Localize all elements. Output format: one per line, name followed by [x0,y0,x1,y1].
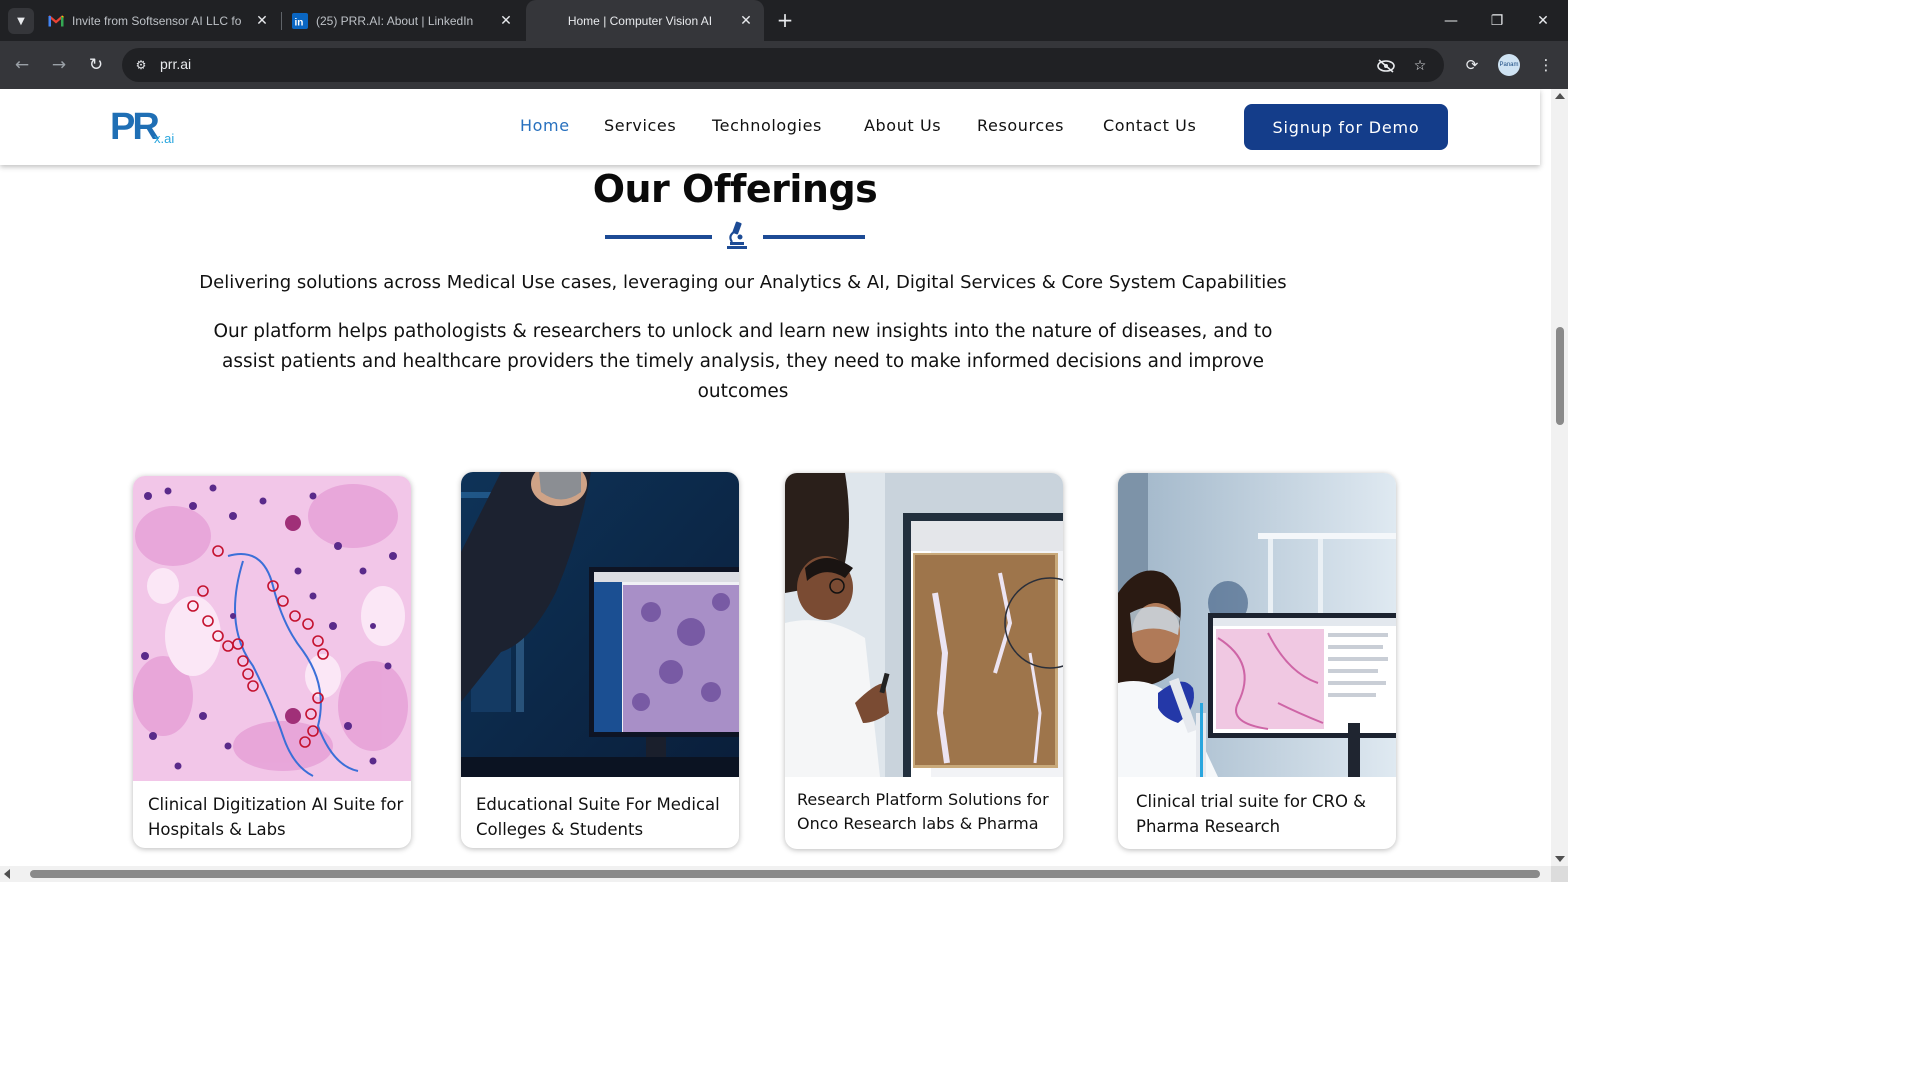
scroll-up-arrow-icon[interactable] [1555,93,1565,99]
nav-resources[interactable]: Resources [977,116,1064,135]
offering-card-educational-suite[interactable]: Educational Suite For Medical Colleges &… [461,472,739,848]
offering-card-clinical-digitization[interactable]: Clinical Digitization AI Suite for Hospi… [133,476,411,848]
offerings-heading: Our Offerings [592,167,878,211]
heading-divider-left [605,235,712,239]
tab-title: (25) PRR.AI: About | LinkedIn [316,13,474,28]
reload-icon[interactable]: ↻ [82,51,110,79]
eye-off-icon[interactable] [1376,56,1396,76]
scroll-left-arrow-icon[interactable] [4,869,10,879]
horizontal-scrollbar[interactable] [0,866,1551,882]
browser-tab-active[interactable]: Home | Computer Vision AI ✕ [526,0,764,41]
researcher-touchscreen-image [785,473,1063,777]
offering-card-clinical-trial[interactable]: Clinical trial suite for CRO & Pharma Re… [1118,473,1396,849]
card-caption: Educational Suite For Medical Colleges &… [476,795,720,839]
site-logo[interactable]: PR x.ai [110,103,190,153]
minimize-window-icon[interactable]: — [1428,0,1474,41]
site-header: PR x.ai Home Services Technologies About… [0,89,1540,165]
histology-slide-image [133,476,411,781]
close-window-icon[interactable]: ✕ [1520,0,1566,41]
horizontal-scroll-thumb[interactable] [30,870,1540,878]
browser-tab-bar: ▼ Invite from Softsensor AI LLC fo ✕ in … [0,0,1568,41]
new-tab-button[interactable]: + [774,8,796,32]
profile-avatar[interactable]: Panam [1498,54,1520,76]
nav-about-us[interactable]: About Us [864,116,941,135]
back-arrow-icon[interactable]: ← [8,51,36,79]
offerings-lead-text: Delivering solutions across Medical Use … [199,272,1287,293]
card-caption: Clinical Digitization AI Suite for Hospi… [148,795,404,839]
tab-title: Home | Computer Vision AI [567,13,713,28]
heading-divider-right [763,235,865,239]
scrollbar-corner [1551,866,1568,882]
browser-tab-linkedin[interactable]: in (25) PRR.AI: About | LinkedIn ✕ [278,0,524,41]
card-caption: Research Platform Solutions for Onco Res… [797,790,1049,833]
lab-pipette-image [1118,473,1396,777]
scientist-monitor-image [461,472,739,777]
vertical-scroll-thumb[interactable] [1556,327,1564,425]
close-tab-icon[interactable]: ✕ [736,12,756,29]
address-bar[interactable]: ⚙ prr.ai ☆ [122,48,1444,82]
svg-text:in: in [295,17,304,28]
bookmark-star-icon[interactable]: ☆ [1410,56,1430,76]
nav-technologies[interactable]: Technologies [712,116,822,135]
signup-demo-button[interactable]: Signup for Demo [1244,104,1448,150]
extensions-icon[interactable]: ⟳ [1461,54,1483,76]
site-settings-icon[interactable]: ⚙ [132,56,150,74]
linkedin-icon: in [292,12,308,29]
microscope-icon [724,220,750,250]
url-text[interactable]: prr.ai [160,56,191,72]
offering-card-research-platform[interactable]: Research Platform Solutions for Onco Res… [785,473,1063,849]
page-viewport: PR x.ai Home Services Technologies About… [0,89,1551,866]
card-caption: Clinical trial suite for CRO & Pharma Re… [1136,792,1367,836]
more-menu-icon[interactable]: ⋮ [1535,54,1557,76]
restore-window-icon[interactable]: ❐ [1474,0,1520,41]
svg-text:PR: PR [110,106,159,148]
nav-contact-us[interactable]: Contact Us [1103,116,1196,135]
browser-tab-gmail[interactable]: Invite from Softsensor AI LLC fo ✕ [34,0,280,41]
svg-text:x.ai: x.ai [154,131,174,146]
vertical-scrollbar[interactable] [1551,89,1568,866]
browser-toolbar: ← → ↻ ⚙ prr.ai ☆ ⟳ Panam ⋮ [0,41,1568,89]
nav-home[interactable]: Home [520,116,570,135]
gmail-icon [48,13,64,29]
close-tab-icon[interactable]: ✕ [252,12,272,29]
scroll-down-arrow-icon[interactable] [1555,856,1565,862]
close-tab-icon[interactable]: ✕ [496,12,516,29]
nav-services[interactable]: Services [604,116,676,135]
forward-arrow-icon[interactable]: → [45,51,73,79]
offerings-description: Our platform helps pathologists & resear… [213,321,1273,402]
tab-title: Invite from Softsensor AI LLC fo [72,13,242,28]
tab-search-button[interactable]: ▼ [8,8,34,34]
chevron-down-icon: ▼ [17,15,25,27]
